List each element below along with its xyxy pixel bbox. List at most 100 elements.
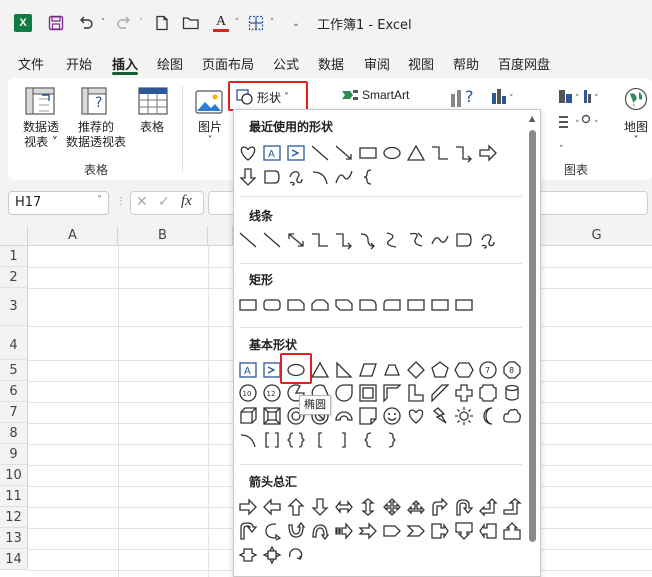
save-icon[interactable] bbox=[46, 12, 66, 34]
shape-darrow-icon[interactable] bbox=[286, 230, 306, 250]
shape-tri-icon[interactable] bbox=[310, 360, 330, 380]
shape-curve-icon[interactable] bbox=[334, 167, 354, 187]
shape-uarrow-icon[interactable] bbox=[286, 497, 306, 517]
row-header-2[interactable]: 2 bbox=[0, 267, 28, 288]
shape-scribble-icon[interactable] bbox=[406, 230, 426, 250]
row-header-1[interactable]: 1 bbox=[0, 246, 28, 267]
shape-larrow-icon[interactable] bbox=[262, 497, 282, 517]
shape-quadcallout-icon[interactable] bbox=[262, 545, 282, 565]
row-header-14[interactable]: 14 bbox=[0, 549, 28, 570]
tab-review[interactable]: 审阅 bbox=[364, 54, 390, 73]
undo-icon[interactable] bbox=[76, 12, 96, 34]
tab-page-layout[interactable]: 页面布局 bbox=[202, 54, 254, 73]
shape-freeform-icon[interactable] bbox=[286, 167, 306, 187]
shape-round2-icon[interactable] bbox=[382, 295, 402, 315]
map-dropdown-icon[interactable]: ˅ bbox=[620, 133, 652, 148]
smartart-button[interactable]: SmartArt bbox=[341, 88, 409, 102]
shape-blockarc-icon[interactable] bbox=[334, 406, 354, 426]
shape-textbox-icon[interactable]: A bbox=[262, 143, 282, 163]
shape-textbox-icon[interactable]: A bbox=[238, 360, 258, 380]
shape-plaque-icon[interactable] bbox=[478, 383, 498, 403]
map-icon[interactable] bbox=[624, 87, 648, 114]
shape-rounded-icon[interactable] bbox=[262, 295, 282, 315]
shape-elbow-icon[interactable] bbox=[430, 143, 450, 163]
shape-quad-icon[interactable] bbox=[382, 497, 402, 517]
shape-oct-icon[interactable]: 8 bbox=[502, 360, 522, 380]
open-folder-icon[interactable] bbox=[181, 12, 201, 34]
shape-curvedl-icon[interactable] bbox=[262, 521, 282, 541]
shape-line-icon[interactable] bbox=[238, 230, 258, 250]
shape-line-icon[interactable] bbox=[262, 230, 282, 250]
row-header-10[interactable]: 10 bbox=[0, 465, 28, 486]
shape-flow-icon[interactable] bbox=[262, 167, 282, 187]
shape-lrarrow-icon[interactable] bbox=[334, 497, 354, 517]
select-all-corner[interactable] bbox=[0, 226, 28, 246]
shape-rarrow-icon[interactable] bbox=[238, 497, 258, 517]
shape-round1-icon[interactable] bbox=[358, 295, 378, 315]
shape-bolt-icon[interactable] bbox=[430, 406, 450, 426]
column-header-a[interactable]: A bbox=[28, 226, 118, 246]
row-header-6[interactable]: 6 bbox=[0, 381, 28, 402]
shape-elbow-icon[interactable] bbox=[310, 230, 330, 250]
shape-heart2-icon[interactable] bbox=[406, 406, 426, 426]
redo-icon[interactable] bbox=[114, 12, 134, 34]
shape-circarrow-icon[interactable] bbox=[286, 545, 306, 565]
shape-bentup-icon[interactable] bbox=[502, 497, 522, 517]
row-header-7[interactable]: 7 bbox=[0, 402, 28, 423]
shape-tri-icon[interactable] bbox=[406, 143, 426, 163]
shape-snip2-icon[interactable] bbox=[310, 295, 330, 315]
shape-frame-icon[interactable] bbox=[358, 383, 378, 403]
shape-rbracket-icon[interactable] bbox=[334, 430, 354, 450]
name-box[interactable]: H17 ˅ bbox=[8, 191, 109, 215]
shape-chevron-icon[interactable] bbox=[406, 521, 426, 541]
font-color-dropdown-icon[interactable]: ˅ bbox=[232, 12, 242, 34]
tab-help[interactable]: 帮助 bbox=[453, 54, 479, 73]
picture-dropdown-icon[interactable]: ˅ bbox=[192, 133, 228, 148]
shape-hept-icon[interactable]: 7 bbox=[478, 360, 498, 380]
shape-arrowline-icon[interactable] bbox=[334, 143, 354, 163]
shape-lbracket-icon[interactable] bbox=[310, 430, 330, 450]
shape-rbrace-icon[interactable] bbox=[382, 430, 402, 450]
shape-zig-icon[interactable] bbox=[382, 230, 402, 250]
recommended-pivot-label-1[interactable]: 推荐的 bbox=[64, 120, 128, 135]
shape-curvedu-icon[interactable] bbox=[286, 521, 306, 541]
row-header-3[interactable]: 3 bbox=[0, 288, 28, 326]
row-header-4[interactable]: 4 bbox=[0, 326, 28, 360]
tab-view[interactable]: 视图 bbox=[408, 54, 434, 73]
shape-pentarr-icon[interactable] bbox=[382, 521, 402, 541]
shape-uturn-icon[interactable] bbox=[454, 497, 474, 517]
shape-lcallout-icon[interactable] bbox=[478, 521, 498, 541]
shape-dec-icon[interactable]: 10 bbox=[238, 383, 258, 403]
tab-formulas[interactable]: 公式 bbox=[273, 54, 299, 73]
shape-diagstripe-icon[interactable] bbox=[430, 383, 450, 403]
shape-lbrace-icon[interactable] bbox=[358, 430, 378, 450]
row-header-9[interactable]: 9 bbox=[0, 444, 28, 465]
scroll-thumb[interactable] bbox=[529, 130, 536, 542]
shape-rtri-icon[interactable] bbox=[334, 360, 354, 380]
shape-brackets-icon[interactable] bbox=[262, 430, 282, 450]
shape-bent-icon[interactable] bbox=[430, 497, 450, 517]
pivot-table-label-1[interactable]: 数据透 bbox=[16, 120, 66, 135]
column-header-b[interactable]: B bbox=[118, 226, 208, 246]
shape-darr-icon[interactable] bbox=[310, 497, 330, 517]
shape-pent-icon[interactable] bbox=[430, 360, 450, 380]
shape-stripedr-icon[interactable] bbox=[334, 521, 354, 541]
shape-diamond-icon[interactable] bbox=[406, 360, 426, 380]
column-chart-icon[interactable]: ˅ bbox=[491, 87, 517, 108]
shape-rect-icon[interactable] bbox=[406, 295, 426, 315]
shape-line-icon[interactable] bbox=[310, 143, 330, 163]
column-header-g[interactable]: G bbox=[541, 226, 652, 246]
shape-snip3-icon[interactable] bbox=[334, 295, 354, 315]
shape-rect-icon[interactable] bbox=[430, 295, 450, 315]
shape-plus-icon[interactable] bbox=[454, 383, 474, 403]
shape-textboxv-icon[interactable] bbox=[262, 360, 282, 380]
shape-udarrow-icon[interactable] bbox=[358, 497, 378, 517]
redo-dropdown-icon[interactable]: ˅ bbox=[136, 12, 146, 34]
shape-arcl-icon[interactable] bbox=[238, 430, 258, 450]
tab-home[interactable]: 开始 bbox=[66, 54, 92, 73]
shape-ucallout-icon[interactable] bbox=[502, 521, 522, 541]
shape-freeform-icon[interactable] bbox=[478, 230, 498, 250]
recommended-charts-icon[interactable]: ? bbox=[450, 86, 480, 111]
shape-snip1-icon[interactable] bbox=[286, 295, 306, 315]
table-label[interactable]: 表格 bbox=[132, 120, 172, 135]
